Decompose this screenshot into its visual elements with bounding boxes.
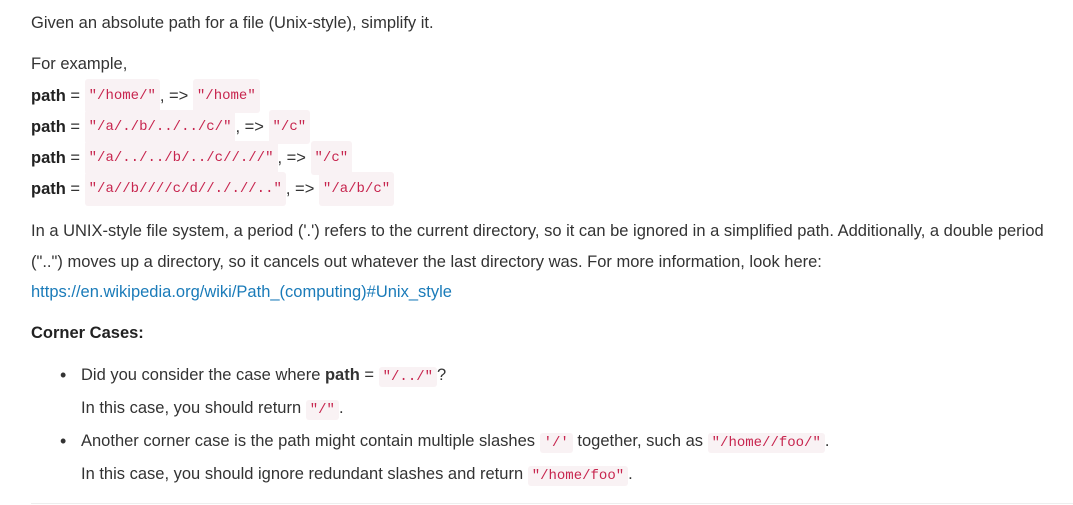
list-item: Another corner case is the path might co…	[60, 426, 1050, 492]
inline-code: '/'	[539, 433, 573, 453]
inline-code: "/home//foo/"	[707, 433, 825, 453]
item-text: together, such as	[572, 432, 708, 450]
item-text: Another corner case is the path might co…	[81, 432, 540, 450]
example-input: "/a/./b/../../c/"	[84, 110, 236, 144]
example-row: path = "/home/", => "/home"	[31, 79, 260, 113]
example-input: "/a/../../b/../c//.//"	[84, 141, 278, 175]
list-item: Did you consider the case where path = "…	[60, 360, 1050, 426]
example-row: path = "/a//b////c/d//././/..", => "/a/b…	[31, 172, 395, 206]
inline-code: "/home/foo"	[527, 466, 629, 486]
example-output: "/c"	[268, 110, 311, 144]
inline-code: "/../"	[378, 367, 438, 387]
for-example-label: For example,	[31, 55, 128, 73]
equals-sign: =	[65, 149, 85, 167]
corner-cases-heading: Corner Cases:	[31, 324, 144, 342]
example-row: path = "/a/./b/../../c/", => "/c"	[31, 110, 311, 144]
equals-sign: =	[359, 366, 379, 384]
item-text: In this case, you should ignore redundan…	[81, 465, 528, 483]
path-label: path	[31, 149, 66, 167]
item-text: .	[338, 399, 344, 417]
equals-sign: =	[65, 118, 85, 136]
item-text: .	[628, 465, 633, 483]
example-input: "/a//b////c/d//././/.."	[84, 172, 286, 206]
item-text: .	[824, 432, 830, 450]
example-row: path = "/a/../../b/../c//.//", => "/c"	[31, 141, 353, 175]
corner-cases-list: Did you consider the case where path = "…	[60, 360, 1050, 492]
example-output: "/c"	[310, 141, 353, 175]
item-subline: In this case, you should return "/".	[81, 393, 1050, 426]
item-text: In this case, you should return	[81, 399, 306, 417]
explanation-paragraph: In a UNIX-style file system, a period ('…	[31, 216, 1061, 308]
intro-text: Given an absolute path for a file (Unix-…	[31, 14, 434, 32]
path-label: path	[324, 366, 360, 384]
arrow-text: , =>	[159, 87, 193, 105]
item-text: Did you consider the case where	[81, 366, 325, 384]
path-label: path	[31, 87, 66, 105]
equals-sign: =	[65, 87, 85, 105]
arrow-text: , =>	[285, 180, 319, 198]
equals-sign: =	[65, 180, 85, 198]
explanation-text: In a UNIX-style file system, a period ('…	[31, 222, 1044, 271]
item-subline: In this case, you should ignore redundan…	[81, 459, 1050, 492]
arrow-text: , =>	[235, 118, 269, 136]
wikipedia-link[interactable]: https://en.wikipedia.org/wiki/Path_(comp…	[31, 283, 452, 301]
divider	[31, 503, 1073, 504]
path-label: path	[31, 118, 66, 136]
example-input: "/home/"	[84, 79, 160, 113]
inline-code: "/"	[305, 400, 339, 420]
arrow-text: , =>	[277, 149, 311, 167]
example-output: "/a/b/c"	[318, 172, 395, 206]
item-text: ?	[437, 366, 447, 384]
example-output: "/home"	[192, 79, 260, 113]
path-label: path	[31, 180, 66, 198]
